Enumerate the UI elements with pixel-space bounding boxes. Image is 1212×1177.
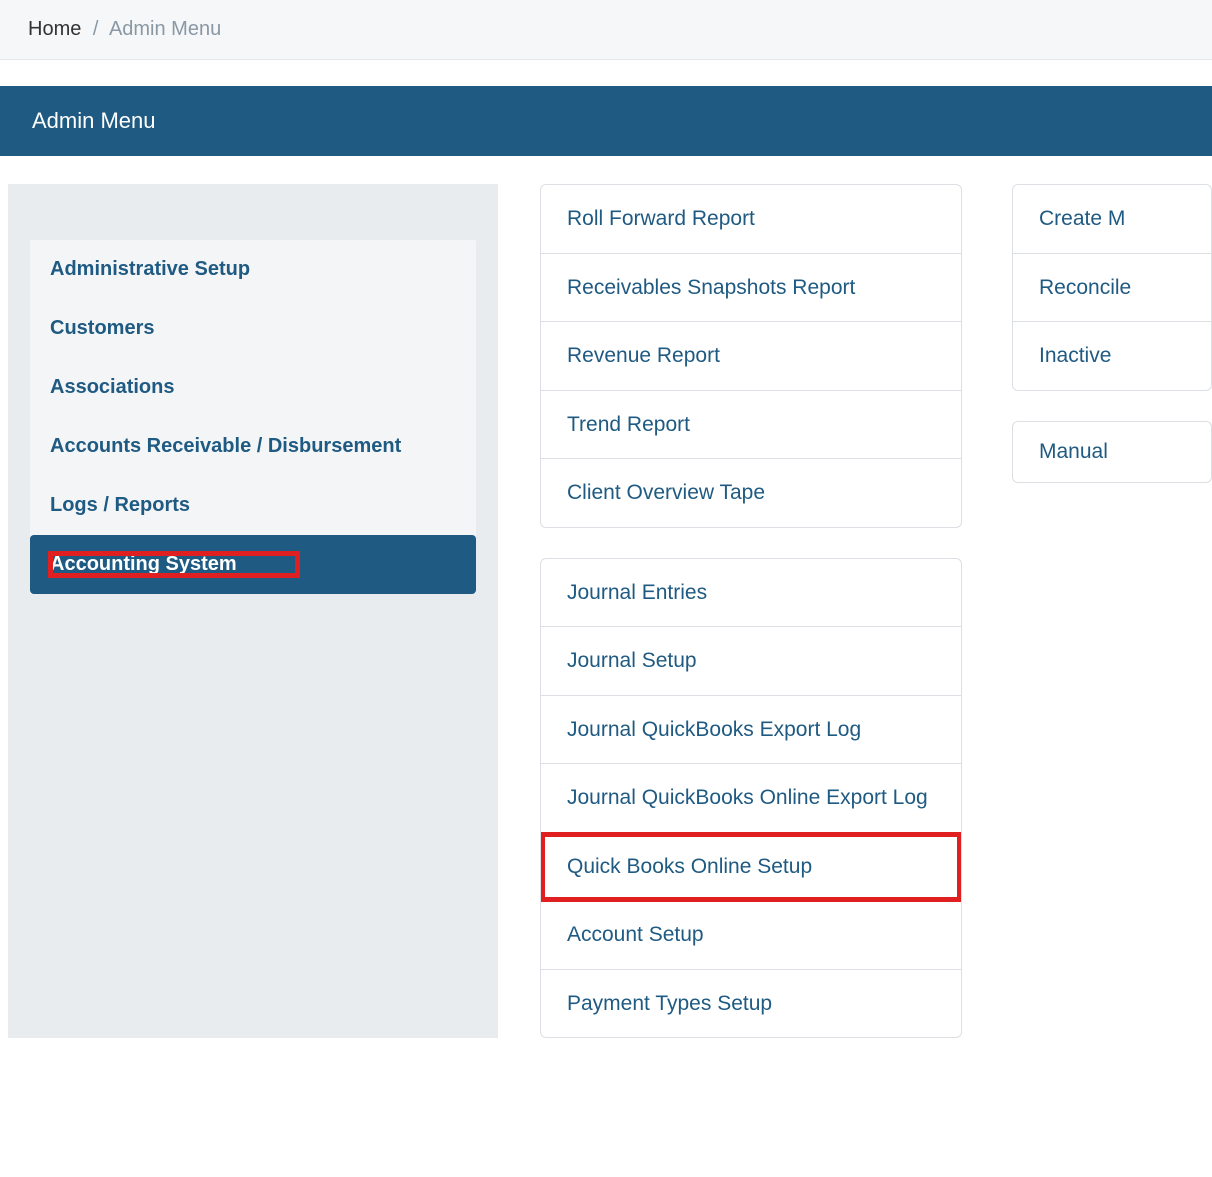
link-journal-entries[interactable]: Journal Entries [541, 559, 961, 628]
sidebar-item-associations[interactable]: Associations [30, 358, 476, 417]
sidebar-item-accounts-receivable[interactable]: Accounts Receivable / Disbursement [30, 417, 476, 476]
link-reconcile-partial[interactable]: Reconcile [1013, 254, 1211, 323]
link-receivables-snapshots-report[interactable]: Receivables Snapshots Report [541, 254, 961, 323]
link-journal-qb-export-log[interactable]: Journal QuickBooks Export Log [541, 696, 961, 765]
sidebar-item-administrative-setup[interactable]: Administrative Setup [30, 240, 476, 299]
right-column: Create M Reconcile Inactive Manual [1012, 184, 1212, 1038]
content-columns: Roll Forward Report Receivables Snapshot… [540, 184, 1212, 1038]
sidebar-item-label: Accounting System [50, 553, 237, 576]
page-title: Admin Menu [0, 86, 1212, 156]
breadcrumb-separator: / [93, 18, 99, 40]
breadcrumb: Home / Admin Menu [0, 0, 1212, 60]
sidebar: Administrative Setup Customers Associati… [8, 184, 498, 1038]
link-journal-setup[interactable]: Journal Setup [541, 627, 961, 696]
sidebar-item-customers[interactable]: Customers [30, 299, 476, 358]
link-roll-forward-report[interactable]: Roll Forward Report [541, 185, 961, 254]
sidebar-item-accounting-system[interactable]: Accounting System [30, 535, 476, 594]
link-journal-qb-online-export-log[interactable]: Journal QuickBooks Online Export Log [541, 764, 961, 833]
main-content: Administrative Setup Customers Associati… [0, 156, 1212, 1038]
link-account-setup[interactable]: Account Setup [541, 901, 961, 970]
report-list: Roll Forward Report Receivables Snapshot… [540, 184, 962, 528]
center-column: Roll Forward Report Receivables Snapshot… [540, 184, 962, 1038]
right-list: Create M Reconcile Inactive [1012, 184, 1212, 391]
breadcrumb-current: Admin Menu [109, 18, 221, 40]
link-create-partial[interactable]: Create M [1013, 185, 1211, 254]
link-manual-partial[interactable]: Manual [1012, 421, 1212, 483]
link-quickbooks-online-setup[interactable]: Quick Books Online Setup [541, 833, 961, 902]
breadcrumb-home[interactable]: Home [28, 18, 81, 40]
sidebar-item-logs-reports[interactable]: Logs / Reports [30, 476, 476, 535]
link-revenue-report[interactable]: Revenue Report [541, 322, 961, 391]
sidebar-list: Administrative Setup Customers Associati… [30, 240, 476, 594]
link-inactive-partial[interactable]: Inactive [1013, 322, 1211, 390]
link-client-overview-tape[interactable]: Client Overview Tape [541, 459, 961, 527]
link-payment-types-setup[interactable]: Payment Types Setup [541, 970, 961, 1038]
link-trend-report[interactable]: Trend Report [541, 391, 961, 460]
journal-list: Journal Entries Journal Setup Journal Qu… [540, 558, 962, 1039]
highlight-box: Accounting System [50, 553, 298, 576]
